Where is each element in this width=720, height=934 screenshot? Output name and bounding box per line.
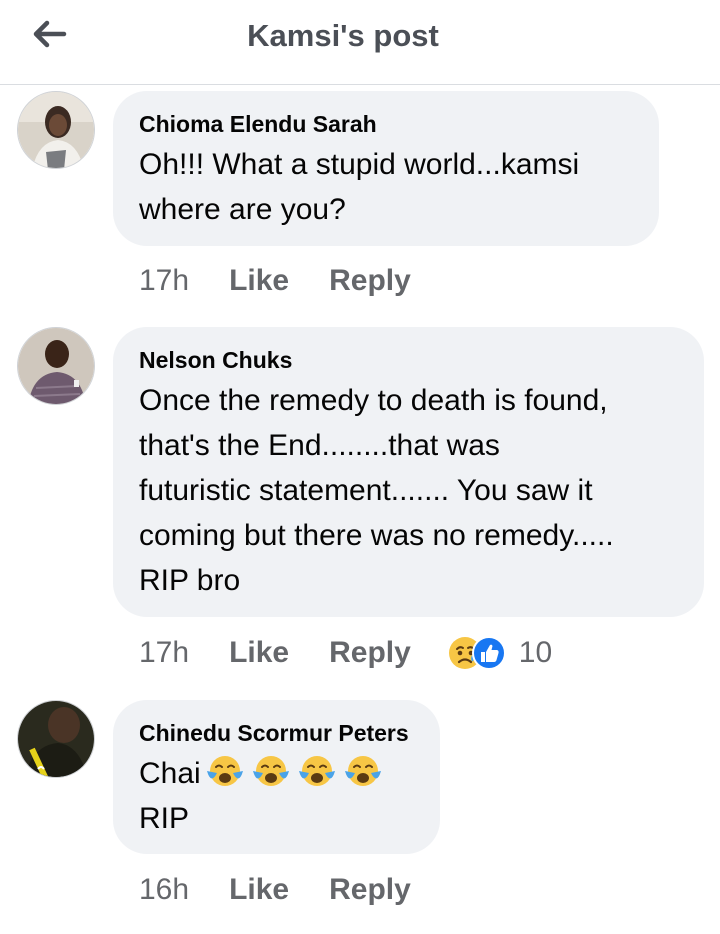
- comment-timestamp[interactable]: 16h: [139, 873, 189, 907]
- comment-text: Chai RIP: [139, 751, 412, 841]
- loudly-crying-face-icon: [298, 756, 335, 786]
- comment-actions: 17h Like Reply: [139, 261, 451, 301]
- reply-button[interactable]: Reply: [329, 636, 411, 670]
- comment-text: Once the remedy to death is found, that'…: [139, 384, 614, 597]
- page-title: Kamsi's post: [247, 18, 439, 53]
- app-header: Kamsi's post: [0, 0, 720, 85]
- comment-timestamp[interactable]: 17h: [139, 264, 189, 298]
- like-button[interactable]: Like: [229, 873, 289, 907]
- comment-text: Oh!!! What a stupid world...kamsi where …: [139, 148, 580, 226]
- comment-actions: 16h Like Reply: [139, 870, 451, 910]
- loudly-crying-face-icon: [206, 756, 243, 786]
- reply-button[interactable]: Reply: [329, 264, 411, 298]
- comment-text-line2: RIP: [139, 802, 190, 835]
- reaction-icons: [448, 636, 506, 670]
- comment-actions: 17h Like Reply 10: [139, 633, 552, 673]
- comment-author[interactable]: Chioma Elendu Sarah: [139, 109, 631, 139]
- reaction-count: 10: [518, 636, 553, 669]
- comment-bubble: Nelson Chuks Once the remedy to death is…: [113, 327, 704, 617]
- comment-author[interactable]: Chinedu Scormur Peters: [139, 718, 412, 748]
- comment-bubble: Chinedu Scormur Peters Chai RIP: [113, 700, 440, 854]
- loudly-crying-face-icon: [344, 756, 381, 786]
- reaction-summary[interactable]: 10: [447, 635, 552, 671]
- like-button[interactable]: Like: [229, 264, 289, 298]
- avatar[interactable]: [17, 327, 95, 405]
- avatar[interactable]: [17, 700, 95, 778]
- loudly-crying-face-icon: [252, 756, 289, 786]
- avatar[interactable]: [17, 91, 95, 169]
- reply-button[interactable]: Reply: [329, 873, 411, 907]
- like-reaction-icon: [471, 636, 506, 670]
- comment-text-prefix: Chai: [139, 757, 201, 790]
- comment-bubble: Chioma Elendu Sarah Oh!!! What a stupid …: [113, 91, 659, 246]
- comment-timestamp[interactable]: 17h: [139, 636, 189, 670]
- like-button[interactable]: Like: [229, 636, 289, 670]
- comment-author[interactable]: Nelson Chuks: [139, 345, 676, 375]
